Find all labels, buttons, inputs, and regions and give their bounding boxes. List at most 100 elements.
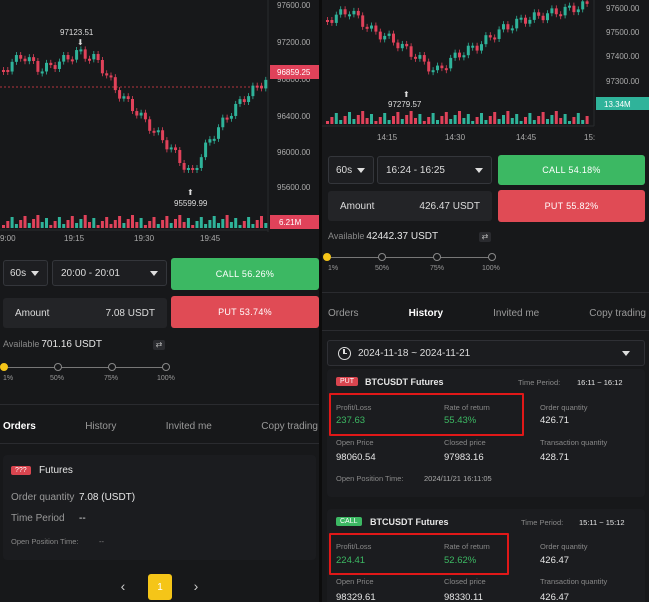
slider-stop[interactable] (108, 363, 116, 371)
low-marker-arrow: ⬆ (187, 188, 194, 197)
time-range-select[interactable]: 16:24 - 16:25 (377, 156, 492, 184)
candle (339, 9, 343, 15)
tab-copy-trading[interactable]: Copy trading (261, 421, 318, 432)
trade-type-badge: CALL (336, 517, 362, 526)
candle (100, 60, 104, 74)
duration-select[interactable]: 60s (3, 260, 48, 286)
tab-copy-trading[interactable]: Copy trading (589, 308, 646, 319)
volume-bar (251, 224, 255, 228)
amount-slider[interactable] (0, 361, 172, 375)
candle (143, 112, 147, 120)
candle (422, 55, 426, 62)
tab-history[interactable]: History (85, 421, 116, 432)
volume-bar (75, 223, 79, 228)
candle (343, 9, 347, 15)
candle (45, 62, 48, 72)
volume-bar (585, 116, 589, 124)
volume-bar (212, 216, 216, 228)
tab-invited-me[interactable]: Invited me (493, 308, 539, 319)
candle (528, 19, 532, 24)
time-label: 14:45 (516, 133, 537, 142)
candle (66, 55, 70, 60)
volume-bar (57, 217, 61, 228)
put-button[interactable]: PUT 53.74% (171, 296, 319, 328)
pager-current-page[interactable]: 1 (148, 574, 172, 600)
volume-bar (126, 219, 130, 228)
volume-bar (88, 222, 91, 228)
duration-select[interactable]: 60s (328, 156, 374, 184)
order-quantity-label: Order quantity (11, 492, 75, 503)
slider-track (327, 257, 494, 258)
volume-bar (148, 221, 152, 228)
candle (161, 130, 165, 141)
candle (152, 130, 156, 133)
candle (83, 49, 87, 59)
volume-bar (255, 220, 259, 228)
candle (221, 117, 225, 128)
history-card[interactable]: CALL BTCUSDT Futures Time Period: 15:11 … (327, 509, 645, 602)
time-range-value: 16:24 - 16:25 (386, 164, 445, 176)
volume-bar (502, 115, 505, 124)
volume-bar (182, 222, 186, 228)
slider-stop[interactable] (162, 363, 170, 371)
volume-bar (497, 119, 501, 124)
tabs-divider (0, 443, 319, 444)
candle (532, 12, 536, 20)
volume-bar (264, 223, 268, 228)
candle (260, 85, 263, 89)
date-range-picker[interactable]: 2024-11-18 ~ 2024-11-21 (327, 340, 645, 366)
pager-prev-button[interactable]: ‹ (112, 575, 134, 597)
candle (387, 33, 391, 36)
slider-stop[interactable] (488, 253, 496, 261)
amount-value: 426.47 USDT (419, 200, 480, 212)
candle (113, 77, 117, 91)
closed-price-value: 98330.11 (444, 592, 483, 602)
candle (374, 25, 378, 32)
volume-bar (10, 217, 14, 228)
order-quantity-label: Order quantity (540, 403, 588, 412)
order-card[interactable]: ??? Futures Order quantity 7.08 (USDT) T… (3, 455, 316, 560)
slider-stop[interactable] (433, 253, 441, 261)
history-title: BTCUSDT Futures (370, 517, 449, 527)
swap-icon[interactable]: ⇄ (479, 232, 491, 242)
left-price-chart[interactable]: 97600.00 97200.00 96800.00 96400.00 9600… (0, 0, 319, 232)
volume-bar (79, 219, 83, 228)
volume-bar (247, 217, 251, 228)
open-position-time-label: Open Position Time: (336, 474, 404, 483)
volume-bar (70, 216, 74, 228)
candle (396, 42, 400, 49)
slider-handle[interactable] (0, 363, 8, 371)
order-tabs: Orders History Invited me Copy trading (3, 418, 318, 434)
pager-next-button[interactable]: › (185, 575, 207, 597)
slider-stop[interactable] (54, 363, 62, 371)
put-button[interactable]: PUT 55.82% (498, 190, 645, 222)
candle (348, 14, 351, 17)
history-card[interactable]: PUT BTCUSDT Futures Time Period: 16:11 ~… (327, 369, 645, 497)
slider-stop[interactable] (378, 253, 386, 261)
volume-bar (326, 121, 329, 124)
candle (554, 8, 558, 15)
candle (225, 117, 229, 120)
tab-invited-me[interactable]: Invited me (166, 421, 212, 432)
candle (135, 111, 139, 116)
call-button[interactable]: CALL 54.18% (498, 155, 645, 185)
amount-field[interactable]: Amount 7.08 USDT (3, 298, 167, 328)
tab-history[interactable]: History (409, 308, 443, 319)
candle (122, 96, 126, 99)
candle (510, 28, 514, 31)
time-range-select[interactable]: 20:00 - 20:01 (52, 260, 167, 286)
call-button[interactable]: CALL 56.26% (171, 258, 319, 290)
slider-handle[interactable] (323, 253, 331, 261)
tab-orders[interactable]: Orders (328, 308, 359, 319)
candle (414, 56, 417, 59)
volume-bar (466, 114, 470, 124)
tab-orders[interactable]: Orders (3, 421, 36, 432)
volume-bar (427, 117, 431, 124)
volume-bar (387, 120, 391, 124)
swap-icon[interactable]: ⇄ (153, 340, 165, 350)
amount-slider[interactable] (323, 251, 498, 265)
slider-label: 100% (482, 265, 500, 272)
amount-field[interactable]: Amount 426.47 USDT (328, 191, 492, 221)
right-price-chart[interactable]: 97600.00 97500.00 97400.00 97300.00 13.3… (322, 0, 649, 130)
price-label: 97400.00 (606, 52, 640, 61)
